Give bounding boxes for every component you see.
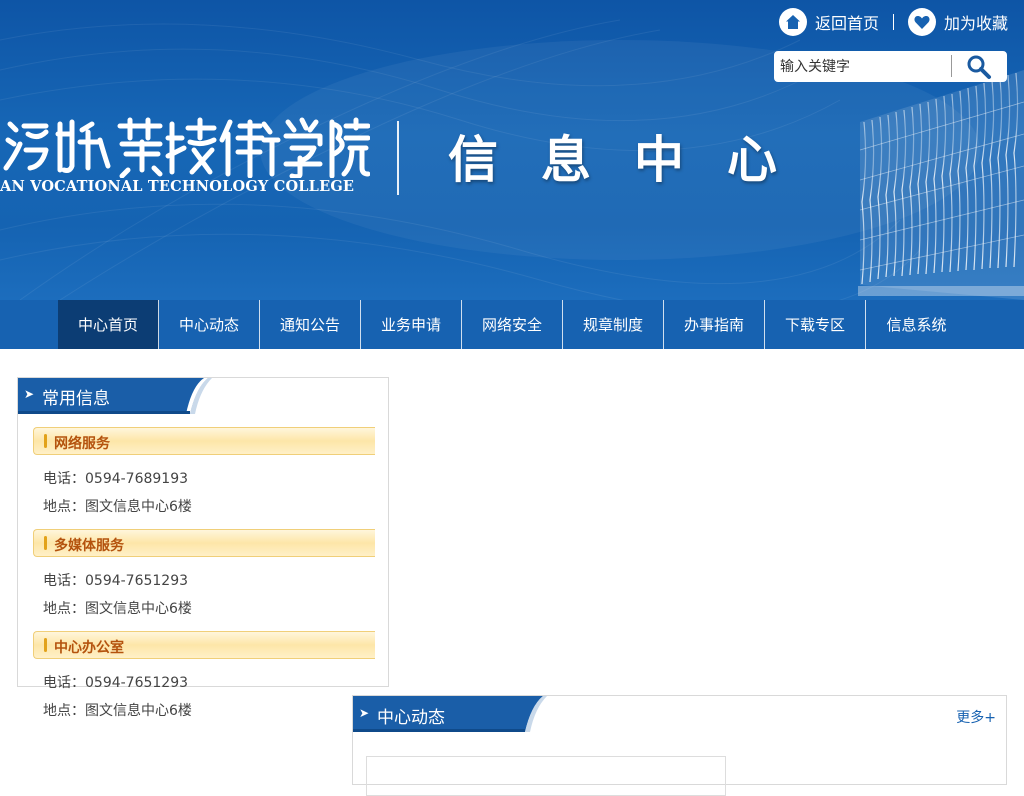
network-phone: 电话：0594-7689193	[43, 471, 189, 487]
nav-item-6[interactable]: 办事指南	[664, 300, 765, 349]
nav-item-8[interactable]: 信息系统	[866, 300, 967, 349]
bullet-bar-icon	[44, 638, 47, 652]
search-button[interactable]	[952, 52, 1006, 81]
network-location: 地点：图文信息中心6楼	[43, 499, 192, 515]
bullet-bar-icon	[44, 536, 47, 550]
news-panel-title: 中心动态	[377, 708, 445, 728]
common-info-panel: ➤ 常用信息 网络服务 电话：0594-7689193 地点：图文信息中心6楼 …	[17, 377, 389, 719]
logo-divider	[397, 121, 399, 195]
section-title: 中心办公室	[54, 640, 124, 656]
multimedia-location: 地点：图文信息中心6楼	[43, 601, 192, 617]
nav-item-1[interactable]: 中心动态	[159, 300, 260, 349]
home-link[interactable]: 返回首页	[778, 8, 879, 36]
favorite-link-label: 加为收藏	[943, 14, 1008, 33]
nav-item-7[interactable]: 下载专区	[765, 300, 866, 349]
nav-item-4[interactable]: 网络安全	[462, 300, 563, 349]
main-nav-items: 中心首页 中心动态 通知公告 业务申请 网络安全 规章制度 办事指南 下载专区 信息系统	[58, 300, 967, 349]
arrow-right-icon: ➤	[359, 706, 370, 720]
more-link[interactable]: 更多+	[956, 707, 996, 727]
section-title: 网络服务	[54, 436, 110, 452]
multimedia-phone: 电话：0594-7651293	[43, 573, 189, 589]
nav-item-0[interactable]: 中心首页	[58, 300, 159, 349]
college-name-english: AN VOCATIONAL TECHNOLOGY COLLEGE	[0, 178, 355, 195]
nav-item-5[interactable]: 规章制度	[563, 300, 664, 349]
header-banner: 返回首页 加为收藏 AN V	[0, 0, 1024, 300]
section-header-office: 中心办公室	[33, 631, 375, 659]
site-title: 信息中心	[448, 130, 820, 189]
search-icon	[967, 55, 991, 79]
top-links: 返回首页 加为收藏	[778, 8, 1008, 36]
college-logo-calligraphy	[3, 117, 370, 178]
center-news-panel: ➤ 中心动态 更多+	[352, 695, 1007, 796]
nav-item-3[interactable]: 业务申请	[361, 300, 462, 349]
home-icon	[778, 8, 807, 36]
office-phone: 电话：0594-7651293	[43, 675, 189, 691]
nav-item-2[interactable]: 通知公告	[260, 300, 361, 349]
office-location: 地点：图文信息中心6楼	[43, 703, 192, 719]
news-image-box	[366, 756, 726, 796]
heart-icon	[907, 8, 936, 36]
main-nav: 中心首页 中心动态 通知公告 业务申请 网络安全 规章制度 办事指南 下载专区 信息系统	[0, 300, 1024, 349]
section-header-network: 网络服务	[33, 427, 375, 455]
section-title: 多媒体服务	[54, 538, 124, 554]
search-input[interactable]	[775, 52, 951, 81]
building-facade-graphic	[858, 70, 1024, 300]
home-link-label: 返回首页	[814, 14, 879, 33]
panel-title: 常用信息	[42, 389, 110, 409]
top-links-divider	[892, 14, 894, 30]
arrow-right-icon: ➤	[24, 387, 35, 401]
favorite-link[interactable]: 加为收藏	[907, 8, 1008, 36]
search-box	[774, 51, 1007, 82]
bullet-bar-icon	[44, 434, 47, 448]
section-header-multimedia: 多媒体服务	[33, 529, 375, 557]
